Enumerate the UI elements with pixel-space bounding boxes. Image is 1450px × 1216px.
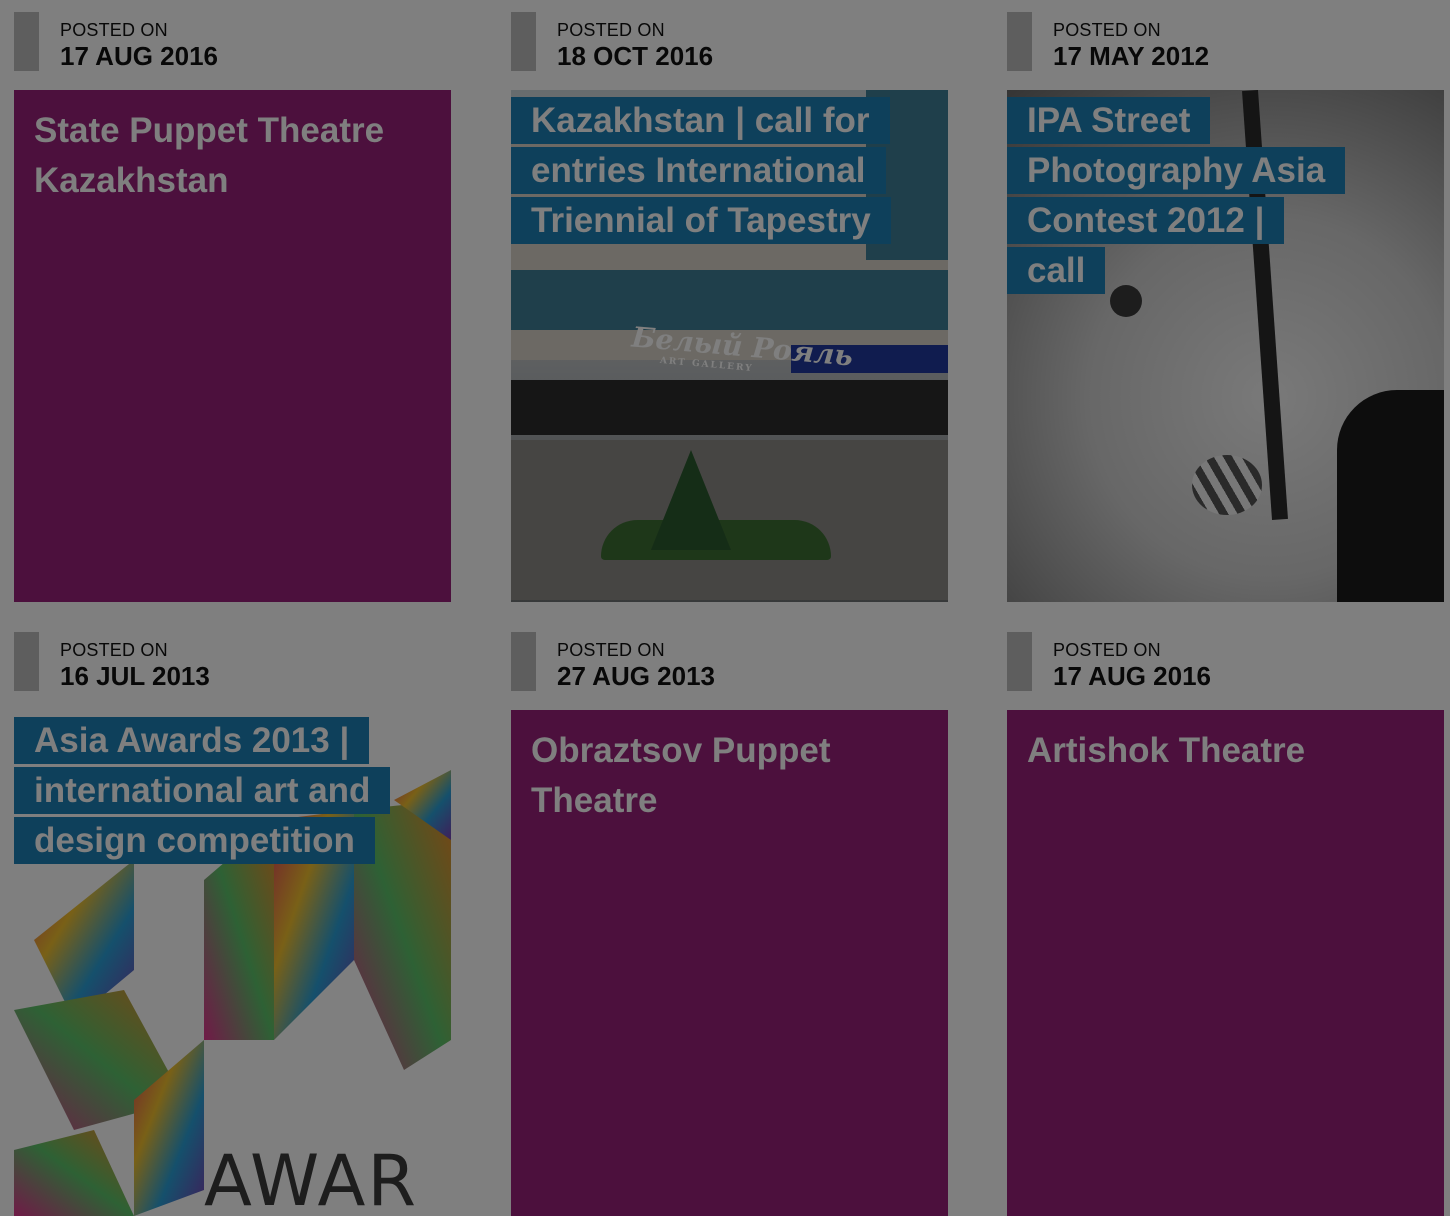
post-title[interactable]: Kazakhstan | call for entries Internatio… <box>511 97 891 244</box>
post-date: 17 AUG 2016 <box>60 41 219 71</box>
post-grid: POSTED ON 17 AUG 2016 State Puppet Theat… <box>0 0 1450 1216</box>
post-title[interactable]: State Puppet Theatre Kazakhstan <box>34 106 434 206</box>
post-card[interactable]: POSTED ON 27 AUG 2013 Obraztsov Puppet T… <box>511 620 948 1216</box>
post-meta: POSTED ON 17 AUG 2016 <box>1007 632 1444 692</box>
figure-shadow <box>1337 390 1444 602</box>
meta-bar <box>511 12 536 71</box>
post-card[interactable]: POSTED ON 17 AUG 2016 Artishok Theatre <box>1007 620 1444 1216</box>
post-meta: POSTED ON 18 OCT 2016 <box>511 12 948 72</box>
post-thumbnail[interactable]: AWAR Asia Awards 2013 | international ar… <box>14 710 451 1216</box>
posted-on-label: POSTED ON <box>557 640 665 660</box>
post-date: 17 AUG 2016 <box>1053 661 1212 691</box>
awards-wordmark: AWAR <box>204 1140 418 1216</box>
post-thumbnail[interactable]: Белый Рояль ART GALLERY Kazakhstan | cal… <box>511 90 948 602</box>
post-card[interactable]: POSTED ON 16 JUL 2013 AWAR Asia Awards 2… <box>14 620 451 1216</box>
post-title[interactable]: Asia Awards 2013 | international art and… <box>14 717 391 864</box>
window <box>511 380 948 435</box>
meta-bar <box>511 632 536 691</box>
post-thumbnail[interactable]: Obraztsov Puppet Theatre <box>511 710 948 1216</box>
post-card[interactable]: POSTED ON 17 AUG 2016 State Puppet Theat… <box>14 0 451 602</box>
post-card[interactable]: POSTED ON 18 OCT 2016 Белый Рояль ART GA… <box>511 0 948 602</box>
post-card[interactable]: POSTED ON 17 MAY 2012 IPA Street Photogr… <box>1007 0 1444 602</box>
post-date: 18 OCT 2016 <box>557 41 714 71</box>
posted-on-label: POSTED ON <box>60 640 168 660</box>
window <box>511 270 948 330</box>
meta-bar <box>14 632 39 691</box>
meta-bar <box>1007 632 1032 691</box>
tree <box>651 450 731 550</box>
meta-bar <box>14 12 39 71</box>
post-thumbnail[interactable]: State Puppet Theatre Kazakhstan <box>14 90 451 602</box>
post-date: 27 AUG 2013 <box>557 661 716 691</box>
post-meta: POSTED ON 17 MAY 2012 <box>1007 12 1444 72</box>
posted-on-label: POSTED ON <box>60 20 168 40</box>
post-title[interactable]: IPA Street Photography Asia Contest 2012… <box>1007 97 1346 294</box>
post-date: 17 MAY 2012 <box>1053 41 1210 71</box>
post-meta: POSTED ON 16 JUL 2013 <box>14 632 451 692</box>
post-date: 16 JUL 2013 <box>60 661 210 691</box>
posted-on-label: POSTED ON <box>1053 640 1161 660</box>
post-title-box[interactable]: IPA Street Photography Asia Contest 2012… <box>1007 96 1347 296</box>
striped-ball <box>1192 455 1262 515</box>
post-thumbnail[interactable]: IPA Street Photography Asia Contest 2012… <box>1007 90 1444 602</box>
posted-on-label: POSTED ON <box>1053 20 1161 40</box>
post-thumbnail[interactable]: Artishok Theatre <box>1007 710 1444 1216</box>
post-meta: POSTED ON 27 AUG 2013 <box>511 632 948 692</box>
post-title-box[interactable]: Kazakhstan | call for entries Internatio… <box>511 96 901 246</box>
post-title[interactable]: Obraztsov Puppet Theatre <box>531 726 931 826</box>
post-title-box[interactable]: Asia Awards 2013 | international art and… <box>14 716 394 866</box>
meta-bar <box>1007 12 1032 71</box>
post-meta: POSTED ON 17 AUG 2016 <box>14 12 451 72</box>
post-title[interactable]: Artishok Theatre <box>1027 726 1427 776</box>
posted-on-label: POSTED ON <box>557 20 665 40</box>
